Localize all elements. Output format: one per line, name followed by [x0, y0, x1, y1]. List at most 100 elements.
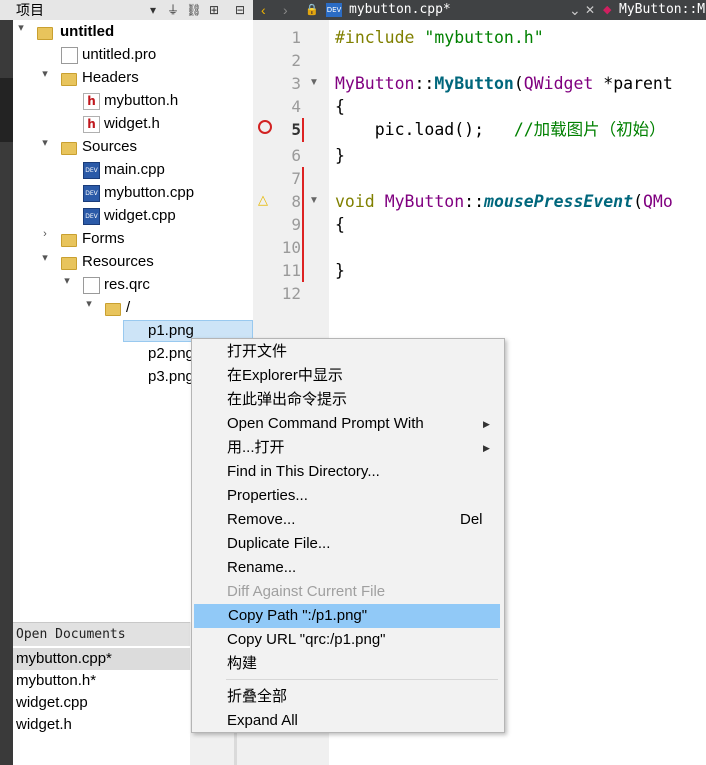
menu-item-open-command-prompt-with[interactable]: Open Command Prompt With ▶: [193, 412, 499, 436]
menu-item-duplicate-file[interactable]: Duplicate File...: [193, 532, 499, 556]
headers-folder-icon: [61, 73, 77, 86]
file-tab-label[interactable]: mybutton.cpp*: [349, 0, 451, 20]
code-line-5: pic.load(); //加载图片（初始）: [335, 120, 666, 139]
line-number: 4: [291, 97, 301, 116]
lock-icon: 🔒: [305, 4, 319, 16]
tree-item-source[interactable]: main.cpp: [104, 159, 165, 181]
tree-item-source[interactable]: widget.cpp: [104, 205, 176, 227]
menu-item-copy-path[interactable]: Copy Path ":/p1.png": [194, 604, 500, 628]
cpp-file-icon: DEV: [83, 185, 100, 202]
tree-item-pro-file[interactable]: untitled.pro: [82, 44, 156, 66]
pro-file-icon: [61, 47, 78, 64]
sources-folder-icon: [61, 142, 77, 155]
menu-item-expand-all[interactable]: Expand All: [193, 709, 499, 733]
shortcut-label: Del: [460, 511, 483, 528]
line-number: 2: [291, 51, 301, 70]
tab-dropdown-icon[interactable]: ⌄: [569, 0, 581, 20]
fold-marker-icon[interactable]: ▼: [309, 77, 319, 88]
open-document-item[interactable]: mybutton.h*: [13, 670, 190, 692]
tree-item-image[interactable]: p2.png: [148, 343, 194, 365]
editor-toolbar: ‹ › 🔒 DEV mybutton.cpp* ⌄ ✕ ◆ MyButton::…: [253, 0, 706, 20]
change-marker: [302, 118, 304, 142]
tree-item-forms[interactable]: Forms: [82, 228, 125, 250]
line-number: 11: [281, 261, 301, 280]
menu-separator: [226, 679, 498, 680]
mode-sidebar: [0, 20, 13, 765]
menu-item-copy-url[interactable]: Copy URL "qrc:/p1.png": [193, 628, 499, 652]
forward-arrow-icon[interactable]: ›: [283, 0, 288, 20]
open-document-item[interactable]: mybutton.cpp*: [13, 648, 190, 670]
close-panel-icon[interactable]: ⊟: [232, 2, 248, 18]
project-panel-title: 项目: [16, 2, 44, 18]
link-icon[interactable]: ⛓: [186, 2, 202, 18]
menu-item-diff-against-current: Diff Against Current File: [227, 583, 386, 600]
tree-item-resources[interactable]: Resources: [82, 251, 154, 273]
symbol-selector[interactable]: MyButton::M: [619, 0, 705, 20]
warning-icon[interactable]: △: [258, 192, 268, 208]
open-document-item[interactable]: widget.h: [13, 714, 190, 736]
forms-folder-icon: [61, 234, 77, 247]
context-menu: 打开文件 在Explorer中显示 在此弹出命令提示 Open Command …: [191, 338, 505, 733]
cpp-file-icon: DEV: [83, 162, 100, 179]
open-documents-header: Open Documents: [13, 622, 190, 647]
line-number: 12: [281, 284, 301, 303]
line-number: 10: [281, 238, 301, 257]
expand-arrow-icon[interactable]: ▾: [61, 274, 73, 296]
tree-item-project[interactable]: untitled: [60, 21, 114, 43]
menu-item-rename[interactable]: Rename...: [193, 556, 499, 580]
prefix-folder-icon: [105, 303, 121, 316]
qrc-file-icon: [83, 277, 100, 294]
submenu-arrow-icon: ▶: [483, 419, 490, 429]
breakpoint-icon[interactable]: [258, 120, 272, 134]
close-tab-icon[interactable]: ✕: [585, 0, 595, 20]
tree-item-header[interactable]: mybutton.h: [104, 90, 178, 112]
back-arrow-icon[interactable]: ‹: [261, 0, 266, 20]
resources-folder-icon: [61, 257, 77, 270]
filter-icon[interactable]: ⏚: [165, 2, 181, 18]
expand-arrow-icon[interactable]: ▾: [39, 67, 51, 89]
expand-arrow-icon[interactable]: ▾: [39, 136, 51, 158]
code-line-9: {: [335, 215, 345, 234]
line-number: 3: [291, 74, 301, 93]
project-folder-icon: [37, 27, 53, 40]
menu-item-show-in-explorer[interactable]: 在Explorer中显示: [193, 364, 499, 388]
tree-item-sources[interactable]: Sources: [82, 136, 137, 158]
menu-item-find-in-directory[interactable]: Find in This Directory...: [193, 460, 499, 484]
expand-arrow-icon[interactable]: ▾: [39, 251, 51, 273]
collapse-arrow-icon[interactable]: ›: [39, 228, 51, 250]
line-number: 1: [291, 28, 301, 47]
line-number: 6: [291, 146, 301, 165]
tree-item-headers[interactable]: Headers: [82, 67, 139, 89]
line-number: 9: [291, 215, 301, 234]
menu-item-remove[interactable]: Remove... Del: [193, 508, 499, 532]
open-documents-list: mybutton.cpp* mybutton.h* widget.cpp wid…: [13, 646, 190, 765]
header-file-icon: h: [83, 116, 100, 133]
menu-item-collapse-all[interactable]: 折叠全部: [193, 685, 499, 709]
tree-item-prefix[interactable]: /: [126, 297, 130, 319]
code-line-3: MyButton::MyButton(QWidget *parent: [335, 74, 673, 93]
tree-item-image[interactable]: p1.png: [148, 320, 194, 342]
expand-arrow-icon[interactable]: ▾: [83, 297, 95, 319]
menu-item-build[interactable]: 构建: [193, 652, 499, 676]
split-icon[interactable]: ⊞: [206, 2, 222, 18]
menu-item-open-with[interactable]: 用...打开 ▶: [193, 436, 499, 460]
menu-item-open-file[interactable]: 打开文件: [193, 340, 499, 364]
tree-item-qrc[interactable]: res.qrc: [104, 274, 150, 296]
open-document-item[interactable]: widget.cpp: [13, 692, 190, 714]
cpp-file-icon: DEV: [83, 208, 100, 225]
tree-item-image[interactable]: p3.png: [148, 366, 194, 388]
line-number: 7: [291, 169, 301, 188]
tree-item-header[interactable]: widget.h: [104, 113, 160, 135]
menu-item-open-terminal-here[interactable]: 在此弹出命令提示: [193, 388, 499, 412]
code-line-4: {: [335, 97, 345, 116]
fold-marker-icon[interactable]: ▼: [309, 195, 319, 206]
change-marker: [302, 167, 304, 282]
expand-arrow-icon[interactable]: ▾: [15, 21, 27, 43]
header-file-icon: h: [83, 93, 100, 110]
code-line-11: }: [335, 261, 345, 280]
submenu-arrow-icon: ▶: [483, 443, 490, 453]
dropdown-chevron-icon[interactable]: ▾: [145, 2, 161, 18]
open-documents-title: Open Documents: [16, 627, 126, 642]
menu-item-properties[interactable]: Properties...: [193, 484, 499, 508]
tree-item-source[interactable]: mybutton.cpp: [104, 182, 194, 204]
